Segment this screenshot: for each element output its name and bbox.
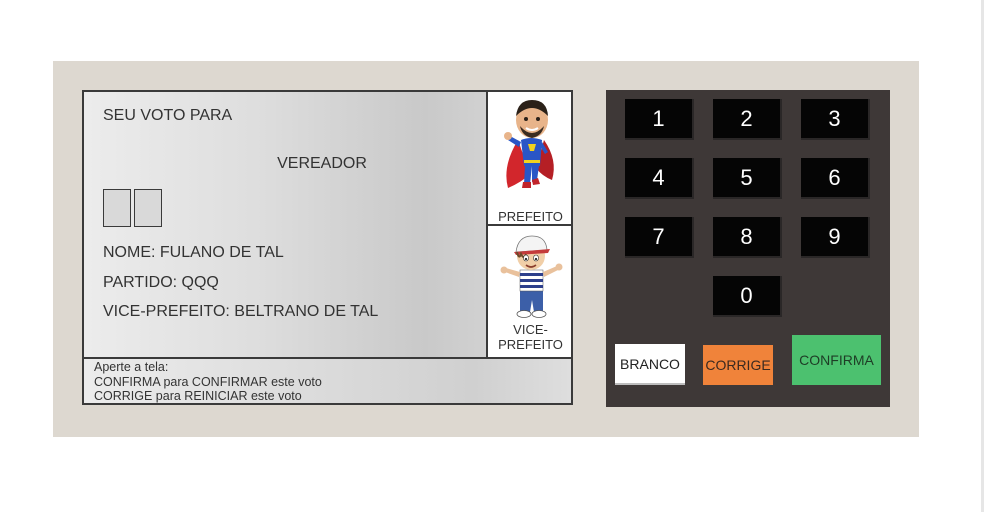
candidate-party: PARTIDO: QQQ [103,274,219,291]
branco-button[interactable]: BRANCO [615,344,685,385]
confirma-button[interactable]: CONFIRMA [792,335,881,385]
number-digit-boxes [103,189,162,227]
vice-prefeito-caricature-image [500,235,563,318]
candidate-vice: VICE-PREFEITO: BELTRANO DE TAL [103,303,379,320]
corrige-button[interactable]: CORRIGE [703,345,773,385]
digit-box-2 [134,189,162,227]
prefeito-caricature-image [504,100,554,188]
keypad: 1 2 3 4 5 6 7 8 9 0 BRANCO CORRIGE CONFI… [606,90,890,407]
vice-prefeito-card: VICE- PREFEITO [486,226,571,357]
key-2[interactable]: 2 [713,99,782,140]
key-7[interactable]: 7 [625,217,694,258]
voting-machine: SEU VOTO PARA NOME: FULANO DE TAL PARTID… [53,61,919,437]
key-9[interactable]: 9 [801,217,870,258]
instructions-line-3: CORRIGE para REINICIAR este voto [94,389,302,403]
page: SEU VOTO PARA NOME: FULANO DE TAL PARTID… [0,0,984,512]
screen-instructions: Aperte a tela: CONFIRMA para CONFIRMAR e… [84,357,571,403]
vice-prefeito-label-line2: PREFEITO [498,337,563,352]
screen-main-area: SEU VOTO PARA NOME: FULANO DE TAL PARTID… [84,92,486,357]
key-3[interactable]: 3 [801,99,870,140]
digit-box-1 [103,189,131,227]
vote-heading: SEU VOTO PARA [103,107,233,124]
vice-prefeito-label-line1: VICE- [513,322,548,337]
prefeito-card: PREFEITO [486,92,571,226]
key-4[interactable]: 4 [625,158,694,199]
key-0[interactable]: 0 [713,276,782,317]
voting-screen: SEU VOTO PARA NOME: FULANO DE TAL PARTID… [82,90,573,405]
candidate-name: NOME: FULANO DE TAL [103,244,284,261]
instructions-line-2: CONFIRMA para CONFIRMAR este voto [94,374,322,389]
key-8[interactable]: 8 [713,217,782,258]
key-1[interactable]: 1 [625,99,694,140]
instructions-line-1: Aperte a tela: [94,360,169,374]
prefeito-label: PREFEITO [498,209,563,224]
key-6[interactable]: 6 [801,158,870,199]
vice-prefeito-label: VICE- PREFEITO [488,322,571,352]
key-5[interactable]: 5 [713,158,782,199]
